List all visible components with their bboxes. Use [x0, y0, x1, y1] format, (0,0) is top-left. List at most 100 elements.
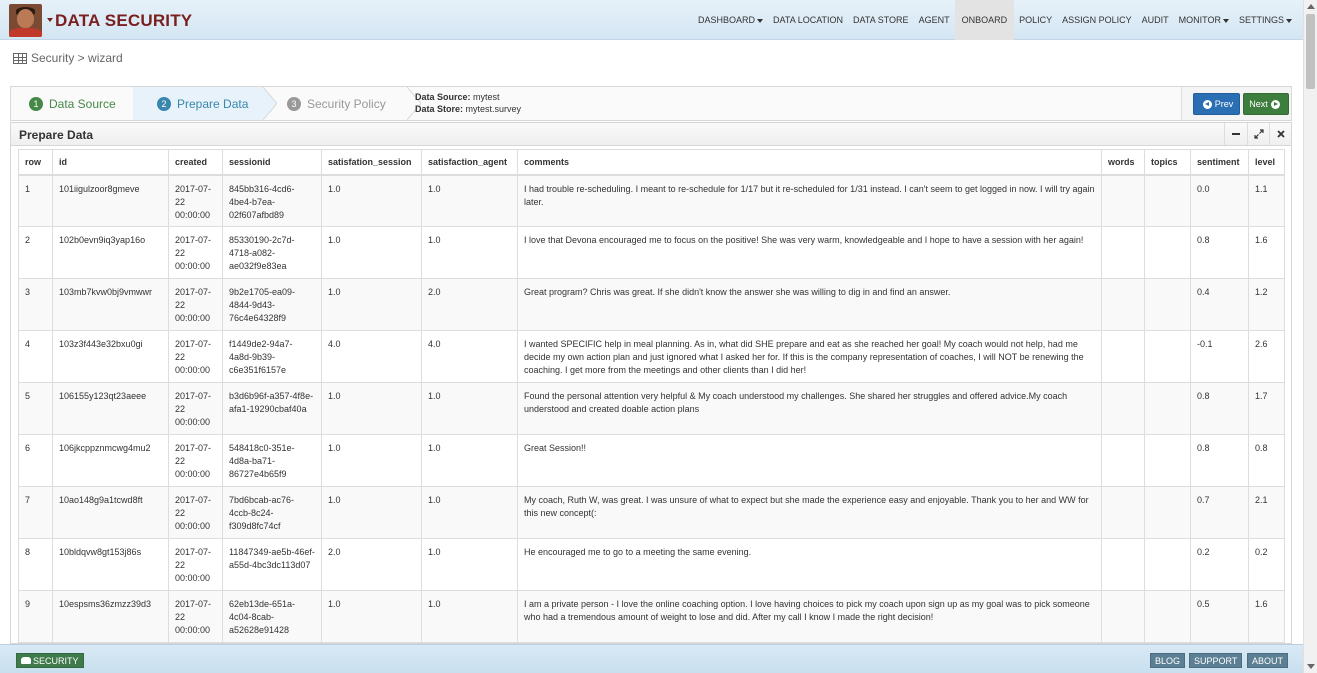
table-row[interactable]: 8 10bldqvw8gt153j86s 2017-07-22 00:00:00 11…: [18, 538, 1285, 591]
nav-item-monitor[interactable]: MONITOR: [1174, 0, 1234, 40]
next-button[interactable]: Next: [1243, 93, 1289, 115]
nav-item-data-store[interactable]: DATA STORE: [848, 0, 914, 40]
cell-words: [1101, 226, 1145, 279]
cell-words: [1101, 434, 1145, 487]
column-header-words[interactable]: words: [1101, 149, 1145, 176]
security-button[interactable]: SECURITY: [16, 653, 84, 668]
cell-sentiment: 0.2: [1190, 538, 1249, 591]
column-header-level[interactable]: level: [1248, 149, 1285, 176]
scroll-up-icon[interactable]: [1307, 4, 1315, 9]
blog-link[interactable]: BLOG: [1150, 653, 1186, 668]
column-header-sentiment[interactable]: sentiment: [1190, 149, 1249, 176]
close-icon[interactable]: [1269, 123, 1291, 145]
cell-satisfaction_agent: 1.0: [421, 538, 518, 591]
vertical-scrollbar[interactable]: [1303, 0, 1317, 673]
nav-item-onboard[interactable]: ONBOARD: [954, 0, 1015, 40]
cell-sessionid: 845bb316-4cd6-4be4-b7ea-02f607afbd89: [222, 174, 322, 227]
cell-sessionid: b3d6b96f-a357-4f8e-afa1-19290cbaf40a: [222, 382, 322, 435]
panel-header: Prepare Data: [11, 123, 1291, 146]
cell-sessionid: 85330190-2c7d-4718-a082-ae032f9e83ea: [222, 226, 322, 279]
cell-sessionid: 548418c0-351e-4d8a-ba71-86727e4b65f9: [222, 434, 322, 487]
prev-button[interactable]: Prev: [1193, 93, 1240, 115]
table-row[interactable]: 5 106155y123qt23aeee 2017-07-22 00:00:00 b3…: [18, 382, 1285, 435]
cell-level: 0.8: [1248, 434, 1285, 487]
cell-comments: I am a private person - I love the onlin…: [517, 590, 1102, 643]
about-link[interactable]: ABOUT: [1247, 653, 1289, 668]
column-header-created[interactable]: created: [168, 149, 223, 176]
step-number-badge: 2: [157, 96, 171, 111]
user-avatar[interactable]: [9, 4, 42, 37]
cell-satisfation_session: 1.0: [321, 434, 422, 487]
cell-sessionid: 7bd6bcab-ac76-4ccb-8c24-f309d8fc74cf: [222, 486, 322, 539]
cell-id: 10ao148g9a1tcwd8ft: [52, 486, 169, 539]
minimize-icon[interactable]: [1224, 123, 1246, 145]
nav-item-data-location[interactable]: DATA LOCATION: [768, 0, 848, 40]
nav-item-label: ONBOARD: [961, 15, 1008, 25]
column-header-id[interactable]: id: [52, 149, 169, 176]
cell-satisfation_session: 1.0: [321, 382, 422, 435]
chevron-down-icon: [757, 18, 764, 23]
table-row[interactable]: 6 106jkcppznmcwg4mu2 2017-07-22 00:00:00 54…: [18, 434, 1285, 487]
cell-topics: [1144, 382, 1191, 435]
nav-item-audit[interactable]: AUDIT: [1137, 0, 1174, 40]
app-title[interactable]: DATA SECURITY: [55, 11, 192, 31]
cell-row: 5: [18, 382, 53, 435]
nav-item-policy[interactable]: POLICY: [1014, 0, 1057, 40]
table-row[interactable]: 4 103z3f443e32bxu0gi 2017-07-22 00:00:00 f1…: [18, 330, 1285, 383]
column-header-topics[interactable]: topics: [1144, 149, 1191, 176]
cell-comments: Great Session!!: [517, 434, 1102, 487]
chevron-down-icon: [1222, 18, 1229, 23]
nav-item-dashboard[interactable]: DASHBOARD: [693, 0, 768, 40]
column-header-comments[interactable]: comments: [517, 149, 1102, 176]
column-header-satisfation_session[interactable]: satisfation_session: [321, 149, 422, 176]
data-table-wrapper: row id created sessionid satisfation_session…: [18, 149, 1285, 643]
expand-icon[interactable]: [1247, 123, 1269, 145]
cell-topics: [1144, 174, 1191, 227]
cell-comments: I had trouble re-scheduling. I meant to …: [517, 174, 1102, 227]
support-link[interactable]: SUPPORT: [1189, 653, 1243, 668]
table-row[interactable]: 3 103mb7kvw0bj9vmwwr 2017-07-22 00:00:00 9b…: [18, 278, 1285, 331]
breadcrumb-text[interactable]: Security > wizard: [31, 51, 123, 65]
nav-item-settings[interactable]: SETTINGS: [1234, 0, 1297, 40]
cell-satisfation_session: 1.0: [321, 226, 422, 279]
cell-satisfaction_agent: 1.0: [421, 486, 518, 539]
chevron-down-icon[interactable]: [47, 18, 53, 22]
cell-row: 2: [18, 226, 53, 279]
cell-satisfaction_agent: 1.0: [421, 226, 518, 279]
table-row[interactable]: 9 10espsms36zmzz39d3 2017-07-22 00:00:00 62…: [18, 590, 1285, 643]
column-header-sessionid[interactable]: sessionid: [222, 149, 322, 176]
main-nav: DASHBOARD DATA LOCATION DATA STORE AGENT ONB…: [693, 0, 1297, 40]
cell-row: 3: [18, 278, 53, 331]
wizard-step-security-policy[interactable]: 3 Security Policy: [263, 87, 407, 120]
cell-level: 1.2: [1248, 278, 1285, 331]
wizard-actions: Prev Next: [1181, 87, 1291, 120]
arrow-left-icon: [1202, 99, 1212, 109]
cell-satisfation_session: 2.0: [321, 538, 422, 591]
scroll-down-icon[interactable]: [1307, 664, 1315, 669]
table-row[interactable]: 2 102b0evn9iq3yap16o 2017-07-22 00:00:00 85…: [18, 226, 1285, 279]
cell-satisfaction_agent: 2.0: [421, 278, 518, 331]
cell-id: 10espsms36zmzz39d3: [52, 590, 169, 643]
cell-sentiment: 0.8: [1190, 226, 1249, 279]
cell-id: 103mb7kvw0bj9vmwwr: [52, 278, 169, 331]
wizard-step-prepare-data[interactable]: 2 Prepare Data: [133, 87, 263, 120]
cell-satisfaction_agent: 4.0: [421, 330, 518, 383]
cell-satisfation_session: 1.0: [321, 590, 422, 643]
cell-created: 2017-07-22 00:00:00: [168, 226, 223, 279]
cell-id: 106jkcppznmcwg4mu2: [52, 434, 169, 487]
cell-row: 9: [18, 590, 53, 643]
nav-item-assign-policy[interactable]: ASSIGN POLICY: [1057, 0, 1137, 40]
wizard-step-data-source[interactable]: 1 Data Source: [11, 87, 133, 120]
next-button-label: Next: [1249, 99, 1268, 109]
cell-row: 7: [18, 486, 53, 539]
cell-satisfaction_agent: 1.0: [421, 174, 518, 227]
cell-satisfaction_agent: 1.0: [421, 382, 518, 435]
column-header-satisfaction_agent[interactable]: satisfaction_agent: [421, 149, 518, 176]
table-row[interactable]: 1 101iigulzoor8gmeve 2017-07-22 00:00:00 84…: [18, 174, 1285, 227]
cell-level: 1.1: [1248, 174, 1285, 227]
scrollbar-thumb[interactable]: [1306, 14, 1315, 89]
column-header-row[interactable]: row: [18, 149, 53, 176]
footer-bar: SECURITY BLOG SUPPORT ABOUT: [0, 644, 1303, 673]
nav-item-agent[interactable]: AGENT: [914, 0, 955, 40]
table-row[interactable]: 7 10ao148g9a1tcwd8ft 2017-07-22 00:00:00 7b…: [18, 486, 1285, 539]
